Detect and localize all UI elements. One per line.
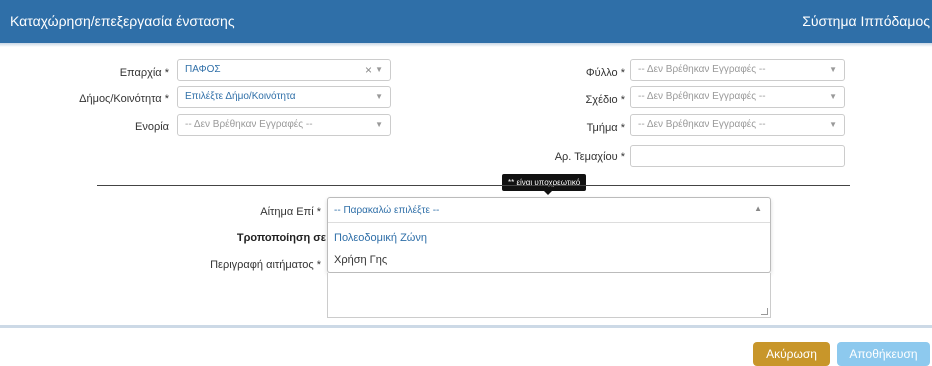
chevron-down-icon: ▼: [375, 120, 383, 129]
footer-divider: [0, 325, 932, 328]
clear-icon[interactable]: ×: [365, 60, 372, 80]
option-land-use[interactable]: Χρήση Γης: [334, 254, 387, 266]
page-title: Καταχώρηση/επεξεργασία ένστασης: [10, 13, 235, 29]
chevron-down-icon: ▼: [375, 92, 383, 101]
system-name: Σύστημα Ιππόδαμος: [802, 13, 930, 29]
header-shadow: [0, 43, 932, 47]
request-on-label: Αίτημα Επί *: [260, 206, 321, 218]
sheet-label: Φύλλο *: [585, 67, 625, 79]
section-select[interactable]: -- Δεν Βρέθηκαν Εγγραφές -- ▼: [630, 114, 845, 136]
description-textarea[interactable]: [327, 273, 771, 318]
chevron-down-icon: ▼: [829, 92, 837, 101]
parish-select[interactable]: -- Δεν Βρέθηκαν Εγγραφές -- ▼: [177, 114, 391, 136]
parish-value: -- Δεν Βρέθηκαν Εγγραφές --: [185, 119, 313, 130]
province-select[interactable]: ΠΑΦΟΣ × ▼: [177, 59, 391, 81]
required-tooltip: ** είναι υποχρεωτικό: [502, 174, 587, 195]
section-value: -- Δεν Βρέθηκαν Εγγραφές --: [638, 119, 766, 130]
section-divider: [97, 185, 850, 186]
chevron-up-icon: ▲: [754, 204, 762, 213]
parish-label: Ενορία: [134, 121, 169, 133]
description-label: Περιγραφή αιτήματος *: [210, 259, 321, 271]
request-on-select[interactable]: -- Παρακαλώ επιλέξτε -- ▲ Πολεοδομική Ζώ…: [327, 197, 771, 273]
municipality-select[interactable]: Επιλέξτε Δήμο/Κοινότητα ▼: [177, 86, 391, 108]
plot-input[interactable]: [630, 145, 845, 167]
chevron-down-icon: ▼: [375, 65, 383, 74]
resize-handle-icon[interactable]: [761, 308, 768, 315]
option-urban-zone[interactable]: Πολεοδομική Ζώνη: [334, 232, 427, 244]
modification-label: Τροποποίηση σε: [236, 232, 326, 244]
chevron-down-icon: ▼: [829, 65, 837, 74]
sheet-select[interactable]: -- Δεν Βρέθηκαν Εγγραφές -- ▼: [630, 59, 845, 81]
province-label: Επαρχία *: [119, 67, 169, 79]
section-label: Τμήμα *: [586, 122, 625, 134]
plan-label: Σχέδιο *: [585, 94, 626, 106]
dropdown-separator: [328, 222, 770, 223]
cancel-button[interactable]: Ακύρωση: [753, 342, 830, 366]
province-value: ΠΑΦΟΣ: [185, 64, 221, 75]
app-header: Καταχώρηση/επεξεργασία ένστασης Σύστημα …: [0, 0, 932, 43]
sheet-value: -- Δεν Βρέθηκαν Εγγραφές --: [638, 64, 766, 75]
chevron-down-icon: ▼: [829, 120, 837, 129]
plot-label: Αρ. Τεμαχίου *: [554, 151, 625, 163]
plan-value: -- Δεν Βρέθηκαν Εγγραφές --: [638, 91, 766, 102]
municipality-value: Επιλέξτε Δήμο/Κοινότητα: [185, 91, 296, 102]
municipality-label: Δήμος/Κοινότητα *: [79, 93, 169, 105]
save-button[interactable]: Αποθήκευση: [837, 342, 930, 366]
plan-select[interactable]: -- Δεν Βρέθηκαν Εγγραφές -- ▼: [630, 86, 845, 108]
request-on-placeholder: -- Παρακαλώ επιλέξτε --: [334, 205, 440, 216]
